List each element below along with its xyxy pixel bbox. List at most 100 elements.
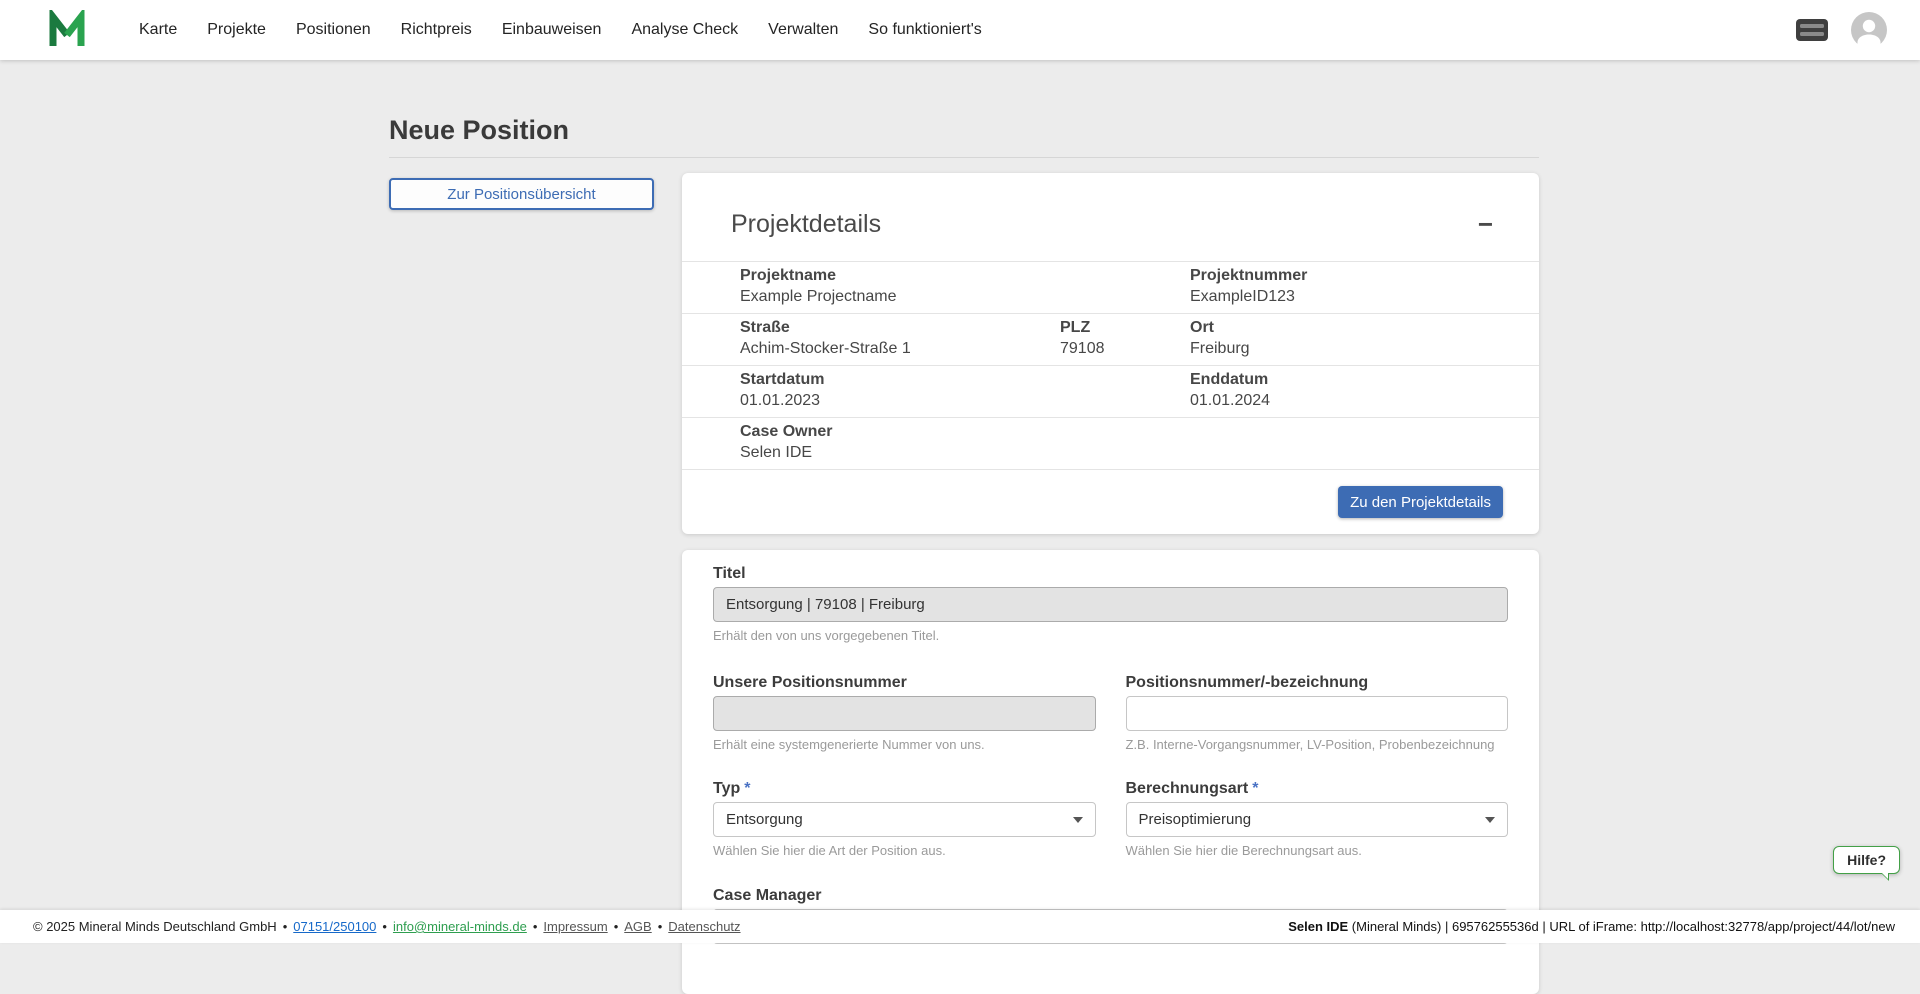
positionsnummer-helper: Z.B. Interne-Vorgangsnummer, LV-Position…: [1125, 737, 1495, 752]
field-enddatum: Enddatum 01.01.2024: [1190, 371, 1519, 410]
berechnungsart-label: Berechnungsart *: [1126, 779, 1509, 798]
field-value: ExampleID123: [1190, 288, 1295, 305]
nav-item-so-funktionierts[interactable]: So funktioniert's: [868, 0, 981, 60]
field-value: Freiburg: [1190, 340, 1250, 357]
field-label: PLZ: [1060, 319, 1091, 336]
table-row: Startdatum 01.01.2023 Enddatum 01.01.202…: [682, 366, 1539, 418]
unsere-positionsnummer-helper: Erhält eine systemgenerierte Nummer von …: [713, 737, 985, 752]
server-button[interactable]: [1795, 18, 1829, 42]
position-overview-button[interactable]: Zur Positionsübersicht: [389, 178, 654, 210]
field-label: Enddatum: [1190, 371, 1269, 388]
berechnungsart-select-value: Preisoptimierung: [1138, 811, 1252, 828]
titel-field-group: Titel Erhält den von uns vorgegebenen Ti…: [713, 564, 1508, 643]
unsere-positionsnummer-input: [713, 696, 1096, 731]
table-row: Case Owner Selen IDE: [682, 418, 1539, 470]
session-details: (Mineral Minds) | 69576255536d | URL of …: [1348, 919, 1895, 934]
footer: © 2025 Mineral Minds Deutschland GmbH • …: [0, 910, 1920, 943]
positionsnummer-field-group: Positionsnummer/-bezeichnung Z.B. Intern…: [1125, 673, 1508, 752]
field-case-owner: Case Owner Selen IDE: [740, 423, 1060, 462]
main-menu: Karte Projekte Positionen Richtpreis Ein…: [139, 0, 982, 60]
separator: •: [382, 919, 387, 934]
chevron-down-icon: [1072, 816, 1083, 823]
footer-links: © 2025 Mineral Minds Deutschland GmbH • …: [33, 919, 741, 934]
session-user: Selen IDE: [1288, 919, 1349, 934]
nav-item-positionen[interactable]: Positionen: [296, 0, 371, 60]
project-details-table: Projektname Example Projectname Projektn…: [682, 261, 1539, 470]
typ-select[interactable]: Entsorgung: [713, 802, 1096, 837]
field-value: 01.01.2024: [1190, 392, 1271, 409]
typ-field-group: Typ * Entsorgung Wählen Sie hier die Art …: [713, 779, 1096, 858]
field-value: Example Projectname: [740, 288, 897, 305]
phone-link[interactable]: 07151/250100: [293, 919, 376, 934]
field-ort: Ort Freiburg: [1190, 319, 1519, 358]
separator: •: [613, 919, 619, 934]
titel-input: [713, 587, 1508, 622]
berechnungsart-label-text: Berechnungsart: [1125, 780, 1249, 797]
unsere-positionsnummer-field-group: Unsere Positionsnummer Erhält eine syste…: [713, 673, 1096, 752]
copyright-text: © 2025 Mineral Minds Deutschland GmbH: [33, 919, 277, 934]
mineral-minds-logo-icon: [49, 10, 85, 46]
typ-helper: Wählen Sie hier die Art der Position aus…: [713, 843, 946, 858]
top-nav: Karte Projekte Positionen Richtpreis Ein…: [0, 0, 1920, 60]
nav-right-actions: [1795, 12, 1887, 48]
nav-item-karte[interactable]: Karte: [139, 0, 177, 60]
positionsnummer-input[interactable]: [1125, 696, 1508, 731]
field-label: Projektnummer: [1190, 267, 1308, 284]
page-title: Neue Position: [389, 60, 1539, 158]
field-label: Case Owner: [740, 423, 833, 440]
datenschutz-link[interactable]: Datenschutz: [668, 919, 740, 934]
main-content: Neue Position Zur Positionsübersicht Pro…: [389, 60, 1539, 994]
project-card-title: Projektdetails: [731, 210, 882, 238]
required-asterisk: *: [744, 780, 751, 797]
field-projektnummer: Projektnummer ExampleID123: [1190, 267, 1519, 306]
field-value: Selen IDE: [740, 444, 813, 461]
left-column: Zur Positionsübersicht: [389, 158, 682, 210]
field-plz: PLZ 79108: [1060, 319, 1190, 358]
berechnungsart-select[interactable]: Preisoptimierung: [1125, 802, 1508, 837]
nav-item-einbauweisen[interactable]: Einbauweisen: [502, 0, 602, 60]
field-projektname: Projektname Example Projectname: [740, 267, 1060, 306]
titel-label: Titel: [713, 565, 746, 582]
field-label: Projektname: [740, 267, 837, 284]
field-strasse: Straße Achim-Stocker-Straße 1: [740, 319, 1060, 358]
nav-item-richtpreis[interactable]: Richtpreis: [401, 0, 472, 60]
typ-label: Typ *: [713, 779, 1096, 798]
project-details-button[interactable]: Zu den Projektdetails: [1338, 486, 1503, 518]
separator: •: [657, 919, 663, 934]
impressum-link[interactable]: Impressum: [543, 919, 607, 934]
separator: •: [532, 919, 538, 934]
project-details-card: Projektdetails − Projektname Example Pro…: [682, 173, 1539, 534]
right-column: Projektdetails − Projektname Example Pro…: [682, 158, 1539, 994]
brand-logo[interactable]: [47, 10, 87, 50]
titel-helper: Erhält den von uns vorgegebenen Titel.: [713, 628, 940, 643]
separator: •: [282, 919, 288, 934]
berechnungsart-helper: Wählen Sie hier die Berechnungsart aus.: [1125, 843, 1362, 858]
typ-select-value: Entsorgung: [726, 811, 803, 828]
server-icon: [1796, 19, 1828, 41]
session-info: Selen IDE (Mineral Minds) | 69576255536d…: [1288, 919, 1895, 934]
agb-link[interactable]: AGB: [624, 919, 651, 934]
nav-item-verwalten[interactable]: Verwalten: [768, 0, 838, 60]
field-label: Startdatum: [740, 371, 825, 388]
positionsnummer-label: Positionsnummer/-bezeichnung: [1125, 674, 1369, 691]
typ-label-text: Typ: [713, 780, 741, 797]
nav-item-projekte[interactable]: Projekte: [207, 0, 266, 60]
user-avatar-icon: [1851, 12, 1887, 48]
field-startdatum: Startdatum 01.01.2023: [740, 371, 1060, 410]
field-value: Achim-Stocker-Straße 1: [740, 340, 911, 357]
required-asterisk: *: [1252, 780, 1259, 797]
email-link[interactable]: info@mineral-minds.de: [393, 919, 527, 934]
case-manager-label: Case Manager: [713, 887, 822, 904]
chevron-down-icon: [1485, 816, 1495, 823]
field-value: 79108: [1060, 340, 1105, 357]
help-bubble[interactable]: Hilfe?: [1833, 846, 1900, 881]
unsere-positionsnummer-label: Unsere Positionsnummer: [713, 674, 907, 691]
field-label: Ort: [1190, 319, 1214, 336]
field-label: Straße: [740, 319, 790, 336]
table-row: Projektname Example Projectname Projektn…: [682, 262, 1539, 314]
account-button[interactable]: [1851, 12, 1887, 48]
nav-item-analyse-check[interactable]: Analyse Check: [631, 0, 738, 60]
collapse-icon[interactable]: −: [1474, 211, 1497, 237]
table-row: Straße Achim-Stocker-Straße 1 PLZ 79108 …: [682, 314, 1539, 366]
field-value: 01.01.2023: [740, 392, 821, 409]
